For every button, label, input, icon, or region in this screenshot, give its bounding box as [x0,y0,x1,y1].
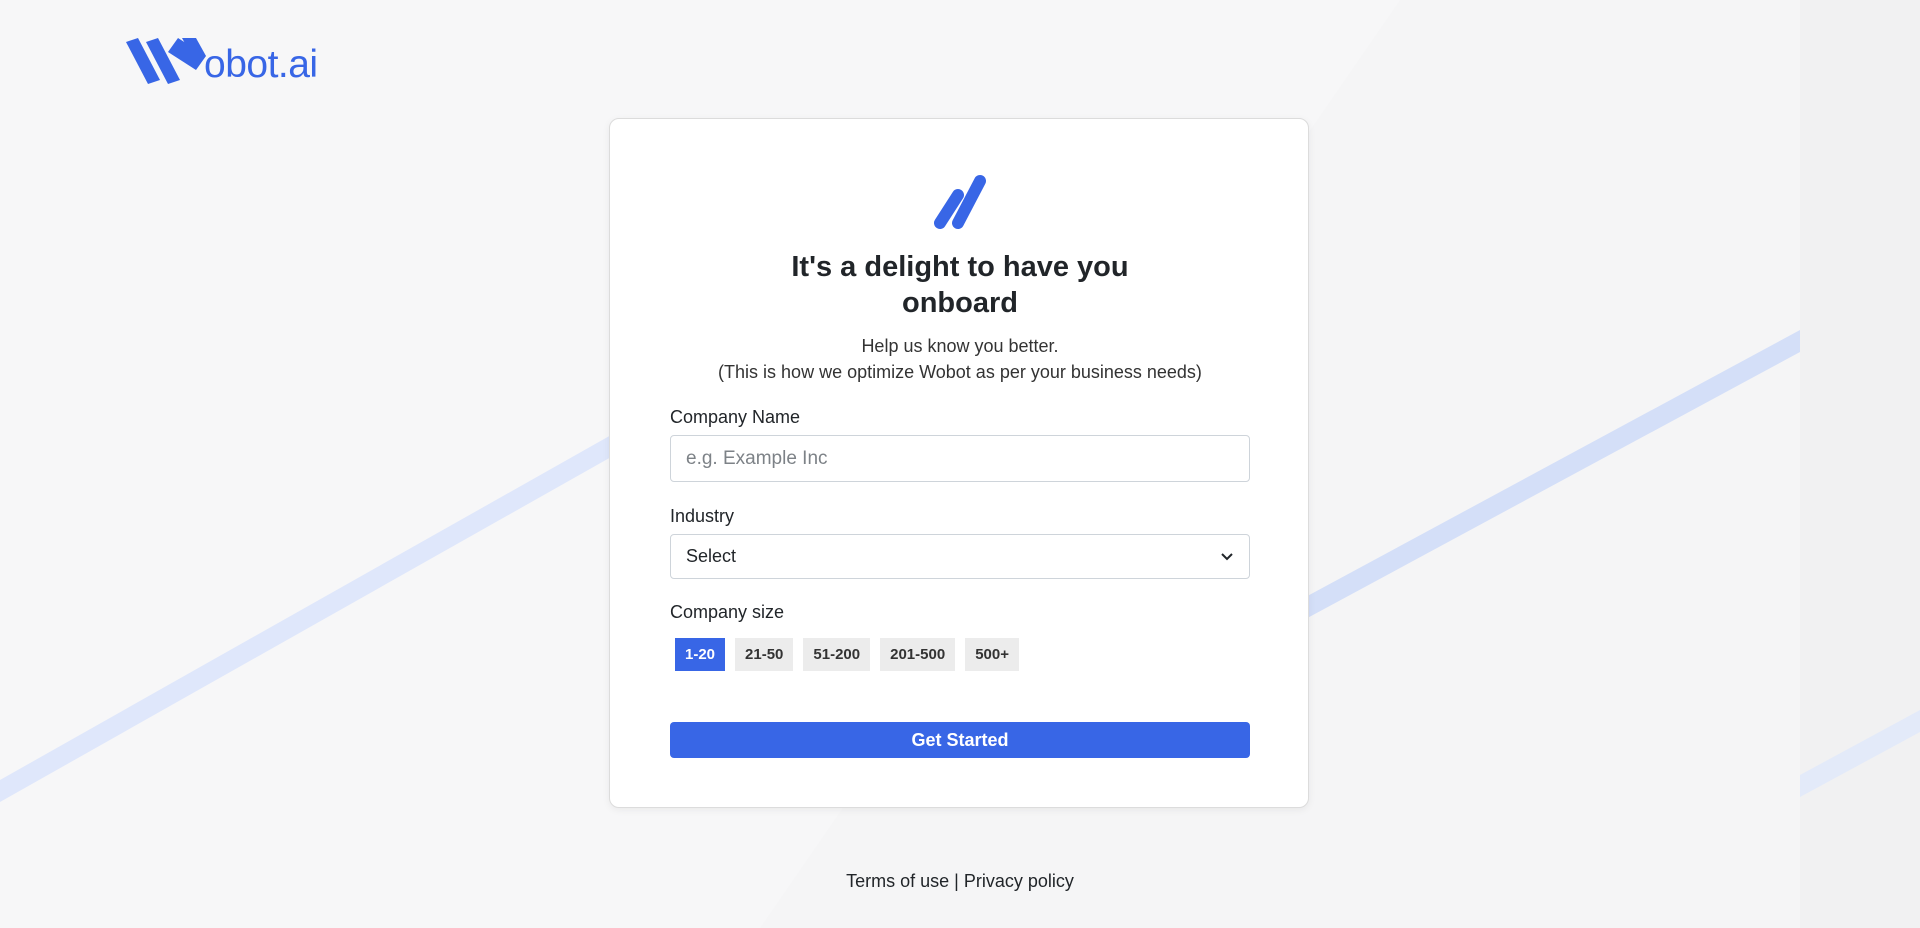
industry-select-value: Select [686,546,737,566]
logo-wordmark: obot.ai [204,43,318,86]
size-option-51-200[interactable]: 51-200 [803,638,871,671]
size-option-201-500[interactable]: 201-500 [880,638,956,671]
onboarding-card: It's a delight to have you onboard Help … [609,118,1309,808]
wobot-mark-icon [934,175,986,229]
size-option-500-plus[interactable]: 500+ [965,638,1019,671]
get-started-button[interactable]: Get Started [670,722,1250,758]
industry-label: Industry [670,506,735,526]
size-option-1-20[interactable]: 1-20 [675,638,726,671]
footer-links: Terms of use | Privacy policy [0,871,1920,892]
terms-of-use-link[interactable]: Terms of use [846,871,949,891]
footer-separator: | [954,871,959,891]
size-option-21-50[interactable]: 21-50 [735,638,794,671]
company-name-input[interactable] [670,435,1250,482]
wobot-logo[interactable]: obot.ai [126,38,318,84]
page-title: It's a delight to have you onboard [791,251,1129,319]
privacy-policy-link[interactable]: Privacy policy [964,871,1074,891]
wobot-logo-icon [126,38,206,84]
page-subtitle: Help us know you better. (This is how we… [718,336,1202,382]
industry-select[interactable]: Select [670,534,1250,579]
company-size-options: 1-20 21-50 51-200 201-500 500+ [675,638,1019,671]
company-size-label: Company size [670,602,785,622]
chevron-down-icon [1221,552,1233,560]
company-name-label: Company Name [670,407,801,427]
